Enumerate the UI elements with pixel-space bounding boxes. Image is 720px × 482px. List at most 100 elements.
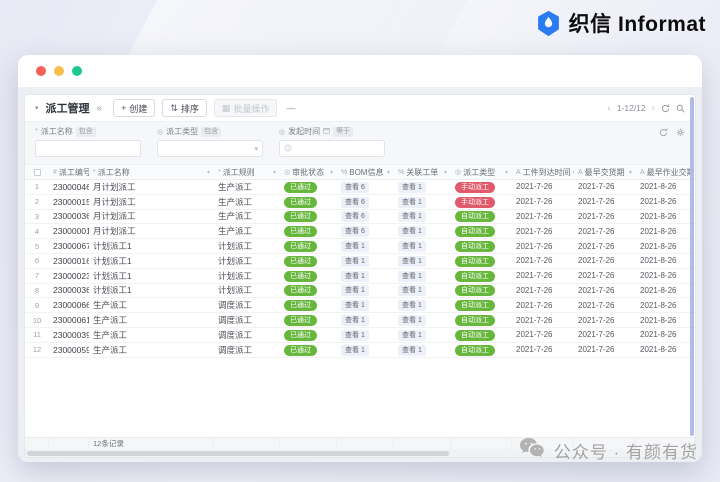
- cell-dispatch-rule: 调度派工: [218, 344, 253, 355]
- column-header-no[interactable]: #派工编号▾: [49, 165, 89, 179]
- chevron-down-icon[interactable]: ▾: [387, 169, 390, 176]
- chevron-down-icon[interactable]: ▾: [207, 169, 210, 176]
- column-header-arrive-time[interactable]: A工件到达时间▾: [512, 165, 574, 179]
- view-order-button[interactable]: 查看 1: [398, 344, 426, 356]
- column-header-approve-status[interactable]: ◎ 审批状态 ▾: [280, 165, 337, 179]
- horizontal-scrollbar-thumb[interactable]: [27, 450, 450, 456]
- cell-job-delivery: 2021-8-26: [640, 300, 677, 310]
- view-bom-button[interactable]: 查看 6: [341, 181, 369, 193]
- window-minimize-button[interactable]: [54, 66, 64, 76]
- cell-delivery-date: 2021-7-26: [578, 330, 615, 340]
- dispatch-name-input[interactable]: [35, 140, 141, 157]
- table-row[interactable]: 9 23000066 生产派工 调度派工 已通过 查看 1 查看 1 自动派工 …: [25, 298, 695, 314]
- chevron-down-icon[interactable]: ▾: [444, 169, 447, 176]
- share-icon[interactable]: «: [97, 103, 103, 114]
- type-badge: 自动派工: [455, 329, 495, 341]
- status-badge: 已通过: [284, 181, 317, 193]
- refresh-icon[interactable]: [661, 104, 670, 113]
- chevron-down-icon[interactable]: ▾: [330, 169, 333, 176]
- page-background: { "brand": { "name_cn": "织信", "name_en":…: [0, 0, 720, 482]
- dispatch-table: #派工编号▾ *派工名称▾ *派工规则▾ ◎审批状态▾ %BOM信息▾ %关联工…: [25, 165, 695, 457]
- cell-job-delivery: 2021-8-26: [640, 285, 677, 295]
- view-bom-button[interactable]: 查看 1: [341, 315, 369, 327]
- view-order-button[interactable]: 查看 1: [398, 226, 426, 238]
- toolbar-right-group: ‹ 1-12/12 ›: [607, 103, 685, 114]
- table-row[interactable]: 12 23000059 生产派工 调度派工 已通过 查看 1 查看 1 自动派工…: [25, 343, 695, 358]
- view-order-button[interactable]: 查看 1: [398, 241, 426, 253]
- table-row[interactable]: 11 23000039 生产派工 调度派工 已通过 查看 1 查看 1 自动派工…: [25, 328, 695, 343]
- column-header-work-order[interactable]: % 关联工单 ▾: [394, 165, 451, 179]
- view-order-button[interactable]: 查看 1: [398, 196, 426, 208]
- refresh-icon[interactable]: [659, 128, 668, 137]
- cell-dispatch-rule: 调度派工: [218, 300, 253, 311]
- sort-button[interactable]: ⇅ 排序: [162, 99, 207, 117]
- view-bom-button[interactable]: 查看 1: [341, 241, 369, 253]
- calendar-icon: [323, 127, 330, 136]
- column-label: 关联工单: [406, 167, 439, 177]
- view-order-button[interactable]: 查看 1: [398, 270, 426, 282]
- view-bom-button[interactable]: 查看 1: [341, 255, 369, 267]
- view-bom-button[interactable]: 查看 6: [341, 196, 369, 208]
- view-order-button[interactable]: 查看 1: [398, 285, 426, 297]
- window-close-button[interactable]: [36, 66, 46, 76]
- table-row[interactable]: 10 23000061 生产派工 调度派工 已通过 查看 1 查看 1 自动派工…: [25, 313, 695, 328]
- pagination-next-icon[interactable]: ›: [652, 103, 655, 114]
- view-order-button[interactable]: 查看 1: [398, 329, 426, 341]
- view-bom-button[interactable]: 查看 6: [341, 226, 369, 238]
- cell-dispatch-name: 计划派工1: [93, 241, 132, 252]
- table-row[interactable]: 8 23000036 计划派工1 计划派工 已通过 查看 1 查看 1 自动派工…: [25, 284, 695, 299]
- filter-operator-tag[interactable]: 包含: [201, 126, 222, 137]
- column-label: 工件到达时间: [522, 167, 571, 177]
- collapse-chevron-icon[interactable]: ▾: [35, 104, 39, 112]
- filter-operator-tag[interactable]: 等于: [333, 126, 354, 137]
- minus-icon[interactable]: —: [286, 103, 295, 113]
- status-badge: 已通过: [284, 300, 317, 312]
- cell-dispatch-rule: 调度派工: [218, 329, 253, 340]
- column-header-delivery-date[interactable]: A 最早交货期 ▾: [574, 165, 636, 179]
- table-row[interactable]: 7 23000023 计划派工1 计划派工 已通过 查看 1 查看 1 自动派工…: [25, 269, 695, 284]
- view-bom-button[interactable]: 查看 1: [341, 285, 369, 297]
- table-row[interactable]: 6 23000016 计划派工1 计划派工 已通过 查看 1 查看 1 自动派工…: [25, 254, 695, 269]
- cell-approve-status: 已通过: [280, 284, 337, 297]
- chevron-down-icon[interactable]: ▾: [273, 169, 276, 176]
- table-row[interactable]: 4 23000001 月计划派工 生产派工 已通过 查看 6 查看 1 自动派工…: [25, 224, 695, 240]
- create-button[interactable]: + 创建: [113, 99, 156, 117]
- view-order-button[interactable]: 查看 1: [398, 300, 426, 312]
- view-order-button[interactable]: 查看 1: [398, 255, 426, 267]
- view-order-button[interactable]: 查看 1: [398, 181, 426, 193]
- column-label: 派工编号: [58, 167, 89, 177]
- gear-icon[interactable]: [676, 128, 685, 137]
- view-bom-button[interactable]: 查看 1: [341, 344, 369, 356]
- vertical-scrollbar[interactable]: [690, 97, 694, 436]
- filter-operator-tag[interactable]: 包含: [75, 126, 96, 137]
- table-row[interactable]: 1 23000046 月计划派工 生产派工 已通过 查看 6 查看 1 手动派工…: [25, 180, 695, 195]
- cell-dispatch-type: 手动派工: [451, 181, 512, 193]
- column-header-bom[interactable]: % BOM信息 ▾: [337, 165, 394, 179]
- status-badge: 已通过: [284, 196, 317, 208]
- view-order-button[interactable]: 查看 1: [398, 211, 426, 223]
- cell-dispatch-type: 手动派工: [451, 196, 512, 208]
- search-icon[interactable]: [676, 104, 685, 113]
- view-order-button[interactable]: 查看 1: [398, 315, 426, 327]
- chevron-down-icon[interactable]: ▾: [505, 169, 508, 176]
- pagination-prev-icon[interactable]: ‹: [607, 103, 610, 114]
- dispatch-type-select[interactable]: ▾: [157, 140, 263, 157]
- view-bom-button[interactable]: 查看 1: [341, 300, 369, 312]
- column-header-rule[interactable]: * 派工规则 ▾: [214, 165, 280, 179]
- window-zoom-button[interactable]: [72, 66, 82, 76]
- table-row[interactable]: 3 23000036 月计划派工 生产派工 已通过 查看 6 查看 1 自动派工…: [25, 210, 695, 225]
- column-header-job-delivery[interactable]: A 最早作业交期: [636, 165, 695, 179]
- select-all-checkbox[interactable]: [33, 168, 41, 176]
- status-badge: 已通过: [284, 329, 317, 341]
- table-row[interactable]: 2 23000015 月计划派工 生产派工 已通过 查看 6 查看 1 手动派工…: [25, 195, 695, 210]
- view-bom-button[interactable]: 查看 1: [341, 329, 369, 341]
- cell-arrive-time: 2021-7-26: [516, 226, 553, 236]
- view-bom-button[interactable]: 查看 1: [341, 270, 369, 282]
- column-header-dispatch-type[interactable]: ◎ 派工类型 ▾: [451, 165, 512, 179]
- table-row[interactable]: 5 23000067 计划派工1 计划派工 已通过 查看 1 查看 1 自动派工…: [25, 239, 695, 254]
- cell-approve-status: 已通过: [280, 270, 337, 282]
- chevron-down-icon[interactable]: ▾: [629, 169, 632, 176]
- start-time-input[interactable]: [279, 140, 385, 157]
- view-bom-button[interactable]: 查看 6: [341, 211, 369, 223]
- column-header-name[interactable]: * 派工名称 ▾: [89, 165, 214, 179]
